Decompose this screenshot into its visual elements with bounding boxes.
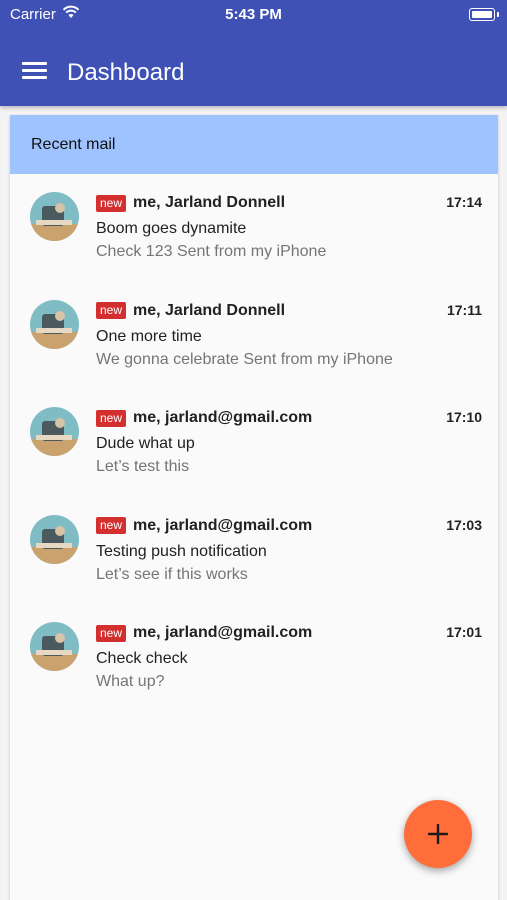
avatar [30,299,79,349]
mail-sender: me, jarland@gmail.com [133,624,313,641]
mail-list-item[interactable]: new me, Jarland Donnell 17:11 One more t… [10,282,498,390]
avatar [30,622,79,671]
new-badge: new [96,194,127,212]
new-badge: new [96,409,127,427]
mail-time: 17:14 [446,194,482,210]
status-bar: Carrier 5:43 PM [0,0,507,28]
mail-time: 17:03 [446,516,482,533]
mail-list: new me, Jarland Donnell 17:14 Boom goes … [10,174,498,712]
avatar [30,514,79,564]
mail-preview: Check 123 Sent from my iPhone [96,243,327,260]
mail-time: 17:01 [446,624,482,640]
recent-mail-card: Recent mail new me, Jarland Donnell 17:1… [10,115,498,900]
compose-fab-button[interactable] [404,800,472,868]
mail-list-item[interactable]: new me, Jarland Donnell 17:14 Boom goes … [10,174,498,282]
mail-subject: Boom goes dynamite [96,220,247,237]
avatar [30,407,79,456]
mail-subject: Dude what up [96,435,195,452]
mail-sender: me, jarland@gmail.com [133,409,313,426]
hamburger-menu-icon [22,62,47,65]
plus-icon [428,824,448,844]
mail-preview: Let’s see if this works [96,565,248,583]
mail-time: 17:11 [446,301,482,318]
battery-icon [469,8,499,21]
mail-list-item[interactable]: new me, jarland@gmail.com 17:01 Check ch… [10,604,498,712]
status-time: 5:43 PM [225,6,282,23]
new-badge: new [96,624,127,642]
mail-list-item[interactable]: new me, jarland@gmail.com 17:03 Testing … [10,497,498,605]
mail-list-item[interactable]: new me, jarland@gmail.com 17:10 Dude wha… [10,389,498,497]
mail-subject: Check check [96,650,188,667]
mail-preview: We gonna celebrate Sent from my iPhone [96,350,393,368]
new-badge: new [96,302,127,319]
menu-button[interactable] [22,62,47,82]
app-bar: Carrier 5:43 PM Dashboard [0,0,507,106]
new-badge: new [96,517,127,534]
page-title: Dashboard [67,59,185,86]
card-header: Recent mail [10,115,498,174]
mail-subject: One more time [96,327,202,345]
mail-sender: me, Jarland Donnell [133,194,286,211]
mail-preview: What up? [96,673,165,690]
mail-preview: Let’s test this [96,458,190,475]
mail-sender: me, Jarland Donnell [133,301,286,319]
mail-subject: Testing push notification [96,542,267,560]
mail-time: 17:10 [446,409,482,425]
avatar [30,192,79,241]
mail-sender: me, jarland@gmail.com [133,516,313,534]
